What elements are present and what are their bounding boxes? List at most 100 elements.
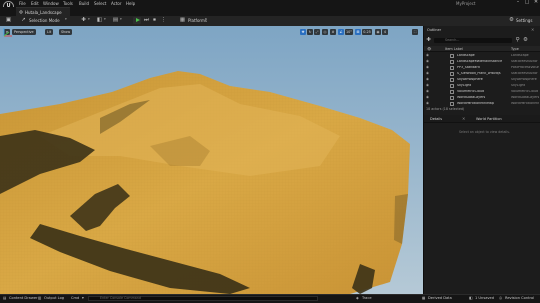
row-type: StaticMeshActor (511, 72, 538, 76)
menu-edit[interactable]: Edit (31, 1, 39, 6)
menu-help[interactable]: Help (126, 1, 135, 6)
visibility-eye-icon[interactable]: ◉ (426, 53, 429, 57)
visibility-eye-icon[interactable]: ◉ (426, 95, 429, 99)
tab-world-partition[interactable]: World Partition (476, 116, 502, 122)
actor-icon (450, 72, 454, 76)
actor-icon (450, 90, 454, 94)
stop-icon[interactable]: ⏹ (151, 17, 158, 24)
angle-snap-value[interactable]: 10° (345, 29, 353, 35)
quick-add-icon[interactable]: ✚ (80, 17, 87, 24)
close-window-button[interactable]: ✕ (532, 0, 540, 7)
scale-icon[interactable]: ⤢ (314, 29, 320, 35)
col-item-label[interactable]: Item Label (445, 47, 463, 51)
outliner-search-placeholder: Search... (445, 37, 460, 42)
visibility-eye-icon[interactable]: ◉ (426, 89, 429, 93)
outliner-close-icon[interactable]: ✕ (531, 27, 534, 32)
outliner-add-icon[interactable]: ✚ (425, 37, 432, 44)
perspective-button[interactable]: Perspective (12, 29, 36, 35)
skip-icon[interactable]: ⏭ (143, 17, 150, 24)
world-space-icon[interactable]: ◎ (322, 29, 328, 35)
actor-icon (450, 66, 454, 70)
grid-snap-icon[interactable]: # (330, 29, 336, 35)
scale-snap-value[interactable]: 0.25 (362, 29, 372, 35)
translate-icon[interactable]: ✥ (300, 29, 306, 35)
trace-icon[interactable]: ◈ (356, 296, 359, 301)
project-title: MyProject (456, 0, 476, 6)
row-type: SkyLight (511, 84, 526, 88)
details-close-icon[interactable]: ✕ (462, 116, 465, 121)
content-drawer-icon[interactable]: ▤ (3, 296, 6, 301)
menu-actor[interactable]: Actor (111, 1, 122, 6)
revision-control-button[interactable]: Revision Control (505, 296, 534, 301)
angle-snap-icon[interactable]: ∠ (338, 29, 344, 35)
landscape-scene (0, 26, 423, 294)
col-type[interactable]: Type (511, 47, 519, 51)
level-tab-label: Hutala_Landscape (25, 9, 62, 15)
show-button[interactable]: Show (59, 29, 73, 35)
maximize-viewport-icon[interactable]: ⛶ (412, 29, 418, 35)
menu-window[interactable]: Window (43, 1, 59, 6)
visibility-eye-icon[interactable]: ◉ (426, 59, 429, 63)
cinematics-icon[interactable]: ▤ (112, 17, 119, 24)
quick-add-chevron-icon[interactable]: ▾ (88, 17, 90, 22)
camera-speed-value[interactable]: 4 (382, 29, 388, 35)
revision-control-icon[interactable]: ◎ (499, 296, 502, 301)
row-name: VolumetricCloud (457, 90, 485, 94)
play-options-icon[interactable]: ⋮ (160, 17, 167, 24)
trace-button[interactable]: Trace (362, 296, 372, 301)
level-tab[interactable]: Hutala_Landscape (16, 7, 70, 16)
settings-gear-icon[interactable]: ⚙ (508, 17, 515, 24)
save-icon[interactable]: ▣ (5, 17, 12, 24)
unsaved-button[interactable]: 1 Unsaved (475, 296, 494, 301)
console-command-placeholder: Enter Console Command (100, 295, 141, 300)
level-icon (19, 10, 23, 14)
camera-speed-icon[interactable]: ◉ (375, 29, 381, 35)
maximize-button[interactable]: □ (523, 0, 531, 7)
unsaved-icon[interactable]: ◧ (469, 296, 472, 301)
row-name: LandscapeMaterialInstance (457, 60, 503, 64)
row-name: Landscape (457, 54, 475, 58)
row-name: SkyAtmosphere (457, 78, 483, 82)
mode-selector[interactable]: Selection Mode (29, 18, 60, 23)
visibility-eye-icon[interactable]: ◉ (426, 77, 429, 81)
platforms-chevron-icon[interactable]: ▾ (205, 17, 207, 22)
blueprint-icon[interactable]: ◧ (96, 17, 103, 24)
filter-icon[interactable]: ⚲ (514, 37, 521, 44)
outliner-header (424, 46, 540, 52)
level-viewport[interactable]: ≡ Perspective Lit Show ✥ ↻ ⤢ ◎ # ∠ 10° ⊞… (0, 26, 423, 294)
tab-details[interactable]: Details (430, 116, 442, 122)
menu-tools[interactable]: Tools (63, 1, 73, 6)
lit-button[interactable]: Lit (45, 29, 54, 35)
output-log-icon[interactable]: ▥ (38, 296, 41, 301)
actor-icon (450, 96, 454, 100)
row-type: WorldDataLayers (511, 96, 539, 100)
visibility-eye-icon[interactable]: ◉ (426, 101, 429, 105)
scale-snap-icon[interactable]: ⊞ (355, 29, 361, 35)
visibility-column-icon[interactable]: 👁 (427, 47, 431, 51)
menu-file[interactable]: File (19, 1, 26, 6)
content-drawer-button[interactable]: Content Drawer (9, 296, 38, 301)
derived-data-icon[interactable]: ▦ (422, 296, 425, 301)
visibility-eye-icon[interactable]: ◉ (426, 83, 429, 87)
tab-outliner[interactable]: Outliner (427, 27, 441, 33)
selection-mode-icon[interactable]: ➚ (20, 17, 27, 24)
minimize-button[interactable]: – (514, 0, 522, 7)
rotate-icon[interactable]: ↻ (307, 29, 313, 35)
menu-select[interactable]: Select (94, 1, 106, 6)
level-tab-strip (0, 7, 540, 16)
visibility-eye-icon[interactable]: ◉ (426, 71, 429, 75)
cmd-button[interactable]: Cmd (71, 296, 79, 301)
actor-icon (450, 54, 454, 58)
blueprint-chevron-icon[interactable]: ▾ (104, 17, 106, 22)
cmd-chevron-down-icon[interactable]: ▾ (82, 296, 84, 301)
mode-chevron-down-icon[interactable]: ▾ (65, 17, 67, 22)
outliner-settings-icon[interactable]: ⚙ (522, 37, 529, 44)
derived-data-button[interactable]: Derived Data (428, 296, 452, 301)
cinematics-chevron-icon[interactable]: ▾ (120, 17, 122, 22)
menu-build[interactable]: Build (79, 1, 89, 6)
platforms-icon[interactable]: ▦ (179, 17, 186, 24)
settings-button[interactable]: Settings (516, 18, 532, 23)
visibility-eye-icon[interactable]: ◉ (426, 65, 429, 69)
play-button[interactable] (133, 17, 141, 24)
output-log-button[interactable]: Output Log (44, 296, 64, 301)
